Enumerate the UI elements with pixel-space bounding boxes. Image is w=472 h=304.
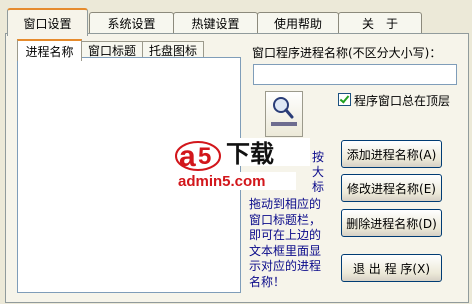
hint-fragment-1: 按 bbox=[312, 150, 325, 164]
svg-text:a: a bbox=[179, 140, 196, 173]
always-on-top-checkbox[interactable] bbox=[338, 93, 351, 106]
hint-line: 窗口标题栏， bbox=[249, 212, 322, 227]
tab-window-settings[interactable]: 窗口设置 bbox=[7, 8, 88, 36]
process-name-input[interactable] bbox=[253, 64, 457, 85]
tab-help[interactable]: 使用帮助 bbox=[257, 12, 339, 34]
tab-hotkey-settings[interactable]: 热键设置 bbox=[173, 12, 258, 34]
modify-process-button[interactable]: 修改进程名称(E) bbox=[341, 174, 442, 202]
exit-button[interactable]: 退 出 程 序(X) bbox=[341, 254, 442, 282]
always-on-top-label: 程序窗口总在顶层 bbox=[354, 94, 451, 108]
tab-about[interactable]: 关 于 bbox=[338, 12, 422, 34]
hint-line: 示对应的进程 bbox=[249, 259, 322, 273]
hint-line: 文本框里面显 bbox=[249, 243, 322, 258]
svg-text:5: 5 bbox=[198, 143, 211, 170]
svg-text:下载: 下载 bbox=[226, 140, 274, 168]
tab-system-settings[interactable]: 系统设置 bbox=[89, 12, 174, 34]
hint-line: 拖动到相应的 bbox=[249, 197, 322, 211]
hint-fragment-2: 大 bbox=[312, 165, 325, 179]
delete-process-button[interactable]: 删除进程名称(D) bbox=[341, 209, 442, 237]
svg-text:admin5.com: admin5.com bbox=[178, 173, 266, 190]
hint-fragment-3: 标 bbox=[312, 180, 325, 194]
watermark-logo: a 5 下载 admin5.com bbox=[168, 132, 310, 192]
add-process-button[interactable]: 添加进程名称(A) bbox=[341, 140, 442, 168]
a5-logo-icon: a 5 下载 admin5.com bbox=[175, 138, 310, 190]
inner-tab-process-name[interactable]: 进程名称 bbox=[17, 39, 82, 61]
hint-line: 名称！ bbox=[249, 274, 286, 289]
magnifier-icon bbox=[271, 97, 297, 126]
finder-hint-text: 拖动到相应的 窗口标题栏， 即可在上边的 文本框里面显 示对应的进程 名称！ bbox=[249, 197, 327, 290]
process-name-label: 窗口程序进程名称(不区分大小写)： bbox=[252, 46, 442, 60]
hint-line: 即可在上边的 bbox=[249, 228, 322, 242]
finder-tool-button[interactable] bbox=[265, 91, 303, 137]
